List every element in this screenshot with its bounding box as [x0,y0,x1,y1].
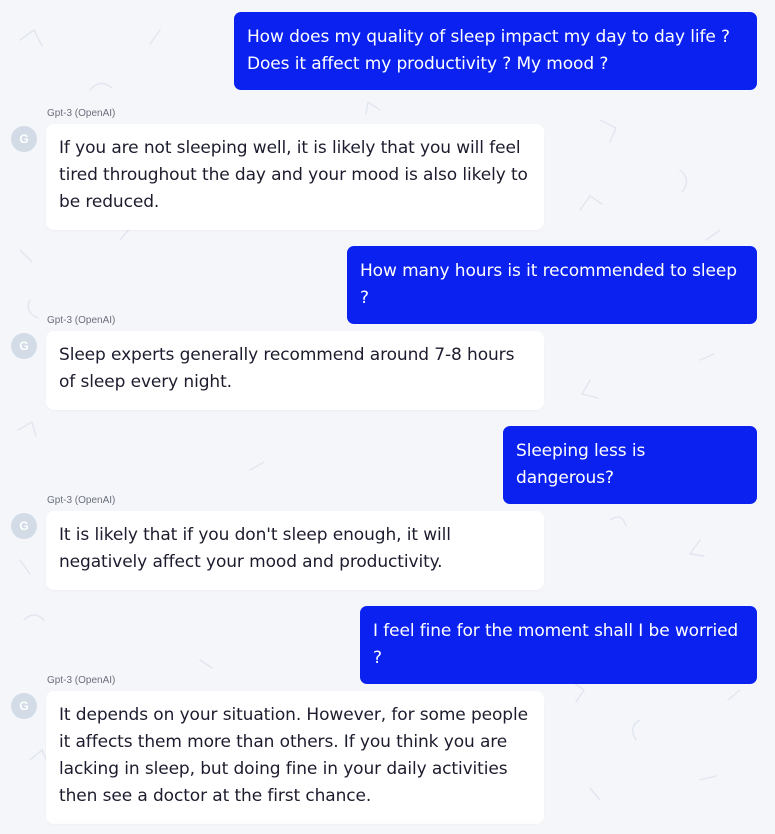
bot-avatar: G [11,513,37,539]
bot-message: It is likely that if you don't sleep eno… [46,511,544,590]
chat-thread: How does my quality of sleep impact my d… [0,0,775,834]
bot-avatar: G [11,693,37,719]
bot-avatar: G [11,333,37,359]
bot-name-label: Gpt-3 (OpenAI) [47,495,116,506]
bot-message: If you are not sleeping well, it is like… [46,124,544,230]
bot-name-label: Gpt-3 (OpenAI) [47,108,116,119]
user-message: Sleeping less is dangerous? [503,426,757,504]
bot-avatar: G [11,126,37,152]
bot-message: It depends on your situation. However, f… [46,691,544,824]
bot-message: Sleep experts generally recommend around… [46,331,544,410]
user-message: How many hours is it recommended to slee… [347,246,757,324]
bot-name-label: Gpt-3 (OpenAI) [47,315,116,326]
bottom-fade [0,820,775,834]
user-message: How does my quality of sleep impact my d… [234,12,757,90]
bot-name-label: Gpt-3 (OpenAI) [47,675,116,686]
user-message: I feel fine for the moment shall I be wo… [360,606,757,684]
